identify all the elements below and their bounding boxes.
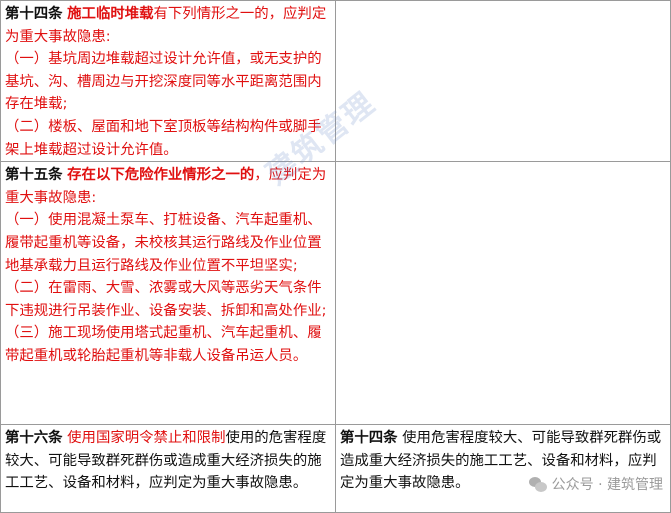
row1-new-clause: 第十四条 施工临时堆载有下列情形之一的，应判定为重大事故隐患: （一）基坑周边堆… <box>0 0 336 163</box>
row3-old-clause: 第十四条 使用危害程度较大、可能导致群死群伤或造成重大经济损失的施工工艺、设备和… <box>335 424 671 513</box>
article-number: 第十四条 <box>340 430 398 447</box>
row3-new-clause: 第十六条 使用国家明令禁止和限制使用的危害程度较大、可能导致群死群伤或造成重大经… <box>0 424 336 513</box>
highlighted-phrase: 使用国家明令禁止和限制 <box>67 430 226 447</box>
clause-item: （一）使用混凝土泵车、打桩设备、汽车起重机、履带起重机等设备，未校核其运行路线及… <box>5 212 322 274</box>
account-footer: 公众号 · 建筑管理 <box>528 474 663 494</box>
row2-old-clause <box>335 161 671 426</box>
clause-item: （三）施工现场使用塔式起重机、汽车起重机、履带起重机或轮胎起重机等非载人设备吊运… <box>5 325 322 364</box>
table-row: 第十四条 施工临时堆载有下列情形之一的，应判定为重大事故隐患: （一）基坑周边堆… <box>0 0 671 163</box>
article-number: 第十四条 <box>5 6 63 22</box>
article-number: 第十五条 <box>5 167 63 184</box>
wechat-icon <box>528 476 547 492</box>
row2-new-clause: 第十五条 存在以下危险作业情形之一的，应判定为重大事故隐患: （一）使用混凝土泵… <box>0 161 336 426</box>
account-label: 公众号 · 建筑管理 <box>551 477 663 493</box>
table-row: 第十六条 使用国家明令禁止和限制使用的危害程度较大、可能导致群死群伤或造成重大经… <box>0 424 671 513</box>
row1-old-clause <box>335 0 671 163</box>
article-heading: 施工临时堆载 <box>67 6 154 22</box>
table-row: 第十五条 存在以下危险作业情形之一的，应判定为重大事故隐患: （一）使用混凝土泵… <box>0 161 671 426</box>
article-number: 第十六条 <box>5 430 63 447</box>
clause-item: （二）在雷雨、大雪、浓雾或大风等恶劣天气条件下违规进行吊装作业、设备安装、拆卸和… <box>5 280 327 319</box>
clause-item: （一）基坑周边堆载超过设计允许值，或无支护的基坑、沟、槽周边与开挖深度同等水平距… <box>5 51 322 113</box>
comparison-table: 第十四条 施工临时堆载有下列情形之一的，应判定为重大事故隐患: （一）基坑周边堆… <box>0 0 671 513</box>
clause-item: （二）楼板、屋面和地下室顶板等结构构件或脚手架上堆载超过设计允许值。 <box>5 118 322 158</box>
article-heading: 存在以下危险作业情形之一的 <box>67 167 255 184</box>
